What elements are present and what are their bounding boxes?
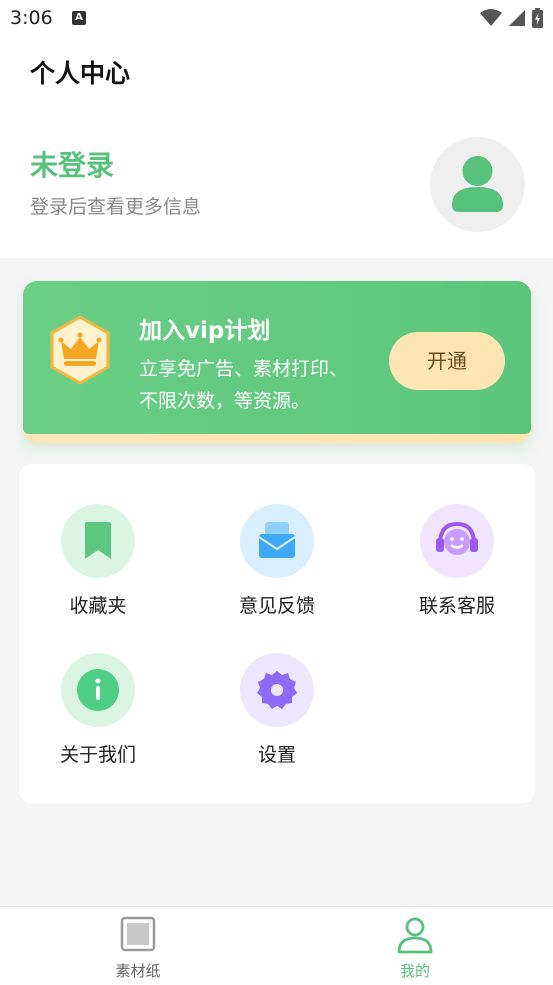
login-hint: 登录后查看更多信息	[30, 196, 202, 218]
vip-description-line: 不限次数，等资源。	[139, 390, 311, 412]
gear-icon	[240, 653, 314, 727]
menu-item-label: 收藏夹	[69, 595, 127, 617]
signal-icon	[509, 10, 525, 26]
vip-open-button[interactable]: 开通	[389, 332, 505, 390]
login-status-title[interactable]: 未登录	[30, 144, 114, 184]
tab-label: 素材纸	[115, 962, 161, 980]
page-title: 个人中心	[30, 59, 131, 88]
menu-item-label: 意见反馈	[238, 595, 315, 617]
vip-title: 加入vip计划	[139, 318, 271, 344]
status-bar: 3:06 A	[0, 0, 553, 38]
vip-banner[interactable]: 加入vip计划 立享免广告、素材打印、 不限次数，等资源。 开通	[23, 281, 531, 443]
headset-icon	[420, 504, 494, 578]
envelope-icon	[240, 504, 314, 578]
wifi-icon	[480, 9, 502, 26]
tab-mine[interactable]: 我的	[345, 916, 485, 981]
menu-item-settings[interactable]: 设置	[207, 653, 347, 767]
notification-icon: A	[72, 11, 86, 25]
tab-label: 我的	[399, 962, 430, 980]
menu-item-favorites[interactable]: 收藏夹	[28, 504, 168, 618]
vip-description: 立享免广告、素材打印、 不限次数，等资源。	[139, 353, 379, 417]
paper-square-icon	[120, 916, 156, 952]
tab-materials[interactable]: 素材纸	[68, 916, 208, 981]
profile-header-area: 3:06 A 个人中心 未登录 登录后查看更多信息	[0, 0, 553, 258]
menu-item-label: 设置	[257, 744, 296, 766]
status-indicators	[480, 8, 543, 28]
menu-card: 收藏夹 意见反馈 联系客服 关于我们 设置	[19, 464, 535, 803]
menu-item-about[interactable]: 关于我们	[28, 653, 168, 767]
vip-description-line: 立享免广告、素材打印、	[139, 358, 349, 380]
vip-banner-body: 加入vip计划 立享免广告、素材打印、 不限次数，等资源。 开通	[23, 281, 531, 434]
bottom-tab-bar: 素材纸 我的	[0, 906, 553, 985]
menu-item-label: 关于我们	[59, 744, 136, 766]
status-time: 3:06	[10, 7, 53, 29]
avatar[interactable]	[430, 137, 525, 232]
user-outline-icon	[397, 917, 433, 954]
menu-item-customer-service[interactable]: 联系客服	[387, 504, 527, 618]
bookmark-icon	[61, 504, 135, 578]
crown-badge-icon	[50, 315, 110, 385]
menu-item-feedback[interactable]: 意见反馈	[207, 504, 347, 618]
menu-item-label: 联系客服	[418, 595, 495, 617]
user-avatar-icon	[452, 156, 503, 212]
battery-icon	[532, 8, 543, 28]
info-icon	[61, 653, 135, 727]
